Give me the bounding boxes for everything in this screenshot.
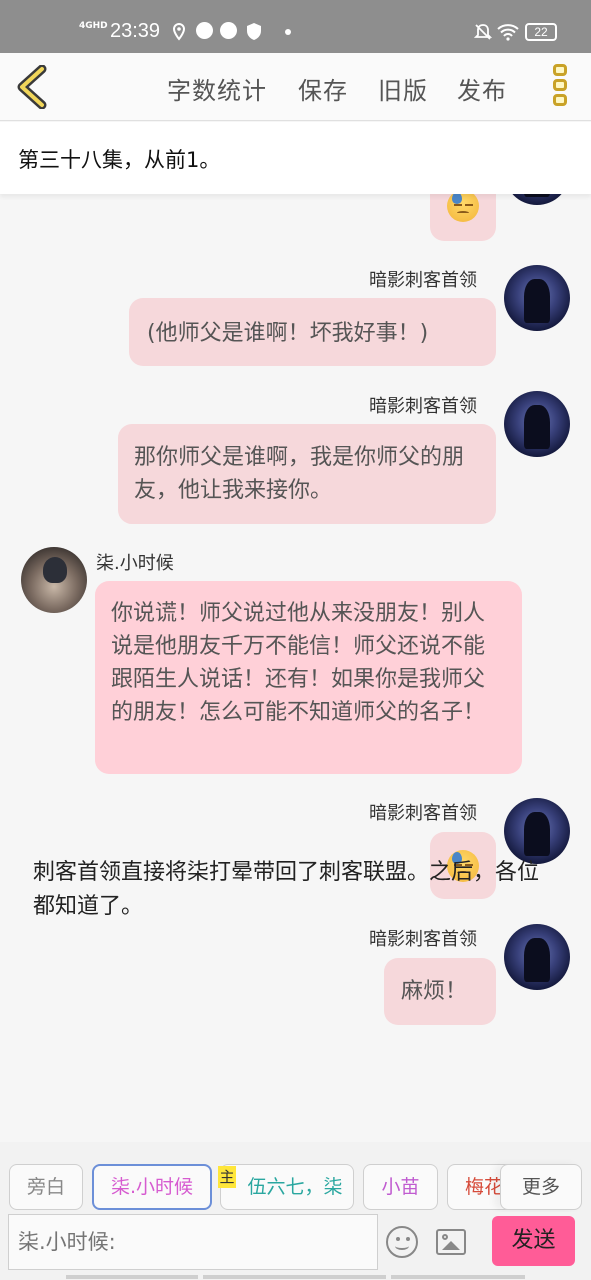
main-role-tag: 主 (218, 1166, 236, 1188)
role-chip-xiaomiao[interactable]: 小苗 (363, 1164, 438, 1210)
chat-area[interactable]: 暗影刺客首领 (他师父是谁啊！坏我好事！) 暗影刺客首领 那你师父是谁啊，我是你… (0, 194, 591, 1142)
speaker-name: 暗影刺客首领 (369, 929, 477, 950)
back-button[interactable] (14, 64, 54, 110)
message-text: 那你师父是谁啊，我是你师父的朋友，他让我来接你。 (134, 445, 465, 503)
downcast-sweat-face-icon (447, 194, 479, 222)
message-bubble[interactable]: 那你师父是谁啊，我是你师父的朋友，他让我来接你。 (118, 424, 496, 524)
speaker-name: 暗影刺客首领 (369, 803, 477, 824)
editor-toolbar: 字数统计 保存 旧版 发布 (0, 53, 591, 121)
scroll-indicator (391, 1275, 525, 1279)
send-button[interactable]: 发送 (492, 1216, 575, 1266)
avatar[interactable] (504, 798, 570, 864)
menu-dot-icon (553, 64, 567, 76)
role-chip-qi-child[interactable]: 柒.小时候 (92, 1164, 212, 1210)
save-button[interactable]: 保存 (298, 71, 348, 106)
status-bar: 4GHD 23:39 22 (0, 0, 591, 53)
speaker-name: 暗影刺客首领 (369, 270, 477, 291)
status-time: 23:39 (110, 20, 161, 42)
message-input[interactable] (8, 1214, 378, 1270)
message-bubble[interactable]: 你说谎！师父说过他从来没朋友！别人说是他朋友千万不能信！师父还说不能跟陌生人说话… (95, 581, 522, 774)
wifi-icon (497, 24, 519, 41)
episode-title: 第三十八集，从前1。 (18, 148, 221, 172)
message-text: 你说谎！师父说过他从来没朋友！别人说是他朋友千万不能信！师父还说不能跟陌生人说话… (111, 601, 486, 725)
speaker-name: 暗影刺客首领 (369, 396, 477, 417)
message-bubble[interactable]: 麻烦！ (384, 958, 496, 1025)
more-menu-button[interactable] (551, 64, 569, 110)
avatar[interactable] (504, 194, 570, 205)
avatar[interactable] (504, 265, 570, 331)
publish-button[interactable]: 发布 (457, 71, 507, 106)
menu-dot-icon (553, 94, 567, 106)
location-icon (172, 23, 186, 41)
network-indicator: 4GHD (79, 21, 108, 31)
more-roles-button[interactable]: 更多 (500, 1164, 582, 1210)
episode-title-bar[interactable]: 第三十八集，从前1。 (0, 122, 591, 194)
message-text: 麻烦！ (401, 979, 468, 1004)
role-chip-wuliuqi[interactable]: 伍六七，柒 (220, 1164, 354, 1210)
message-bubble[interactable] (430, 194, 496, 241)
role-chip-narrator[interactable]: 旁白 (9, 1164, 83, 1210)
narration-text[interactable]: 刺客首领直接将柒打晕带回了刺客联盟。之后，各位都知道了。 (33, 856, 553, 924)
scroll-indicator (66, 1275, 198, 1279)
chevron-left-icon (17, 64, 47, 110)
shield-icon (247, 23, 261, 40)
input-bar: 发送 (0, 1212, 591, 1280)
menu-dot-icon (553, 79, 567, 91)
message-bubble[interactable]: (他师父是谁啊！坏我好事！) (129, 298, 496, 366)
mute-bell-icon (474, 24, 492, 40)
image-button[interactable] (436, 1229, 466, 1255)
app-notification-icon (196, 22, 213, 39)
role-selector: 旁白 柒.小时候 伍六七，柒 小苗 梅花 更多 (0, 1142, 591, 1212)
old-version-button[interactable]: 旧版 (378, 71, 428, 106)
speaker-name: 柒.小时候 (96, 553, 174, 574)
scroll-indicator (203, 1275, 386, 1279)
avatar[interactable] (504, 391, 570, 457)
avatar[interactable] (21, 547, 87, 613)
message-text: (他师父是谁啊！坏我好事！) (147, 321, 429, 346)
battery-indicator: 22 (525, 23, 557, 41)
avatar[interactable] (504, 924, 570, 990)
app-notification-icon (220, 22, 237, 39)
word-count-button[interactable]: 字数统计 (167, 71, 267, 106)
emoji-button[interactable] (386, 1226, 418, 1258)
more-notifications-dot (285, 29, 291, 35)
